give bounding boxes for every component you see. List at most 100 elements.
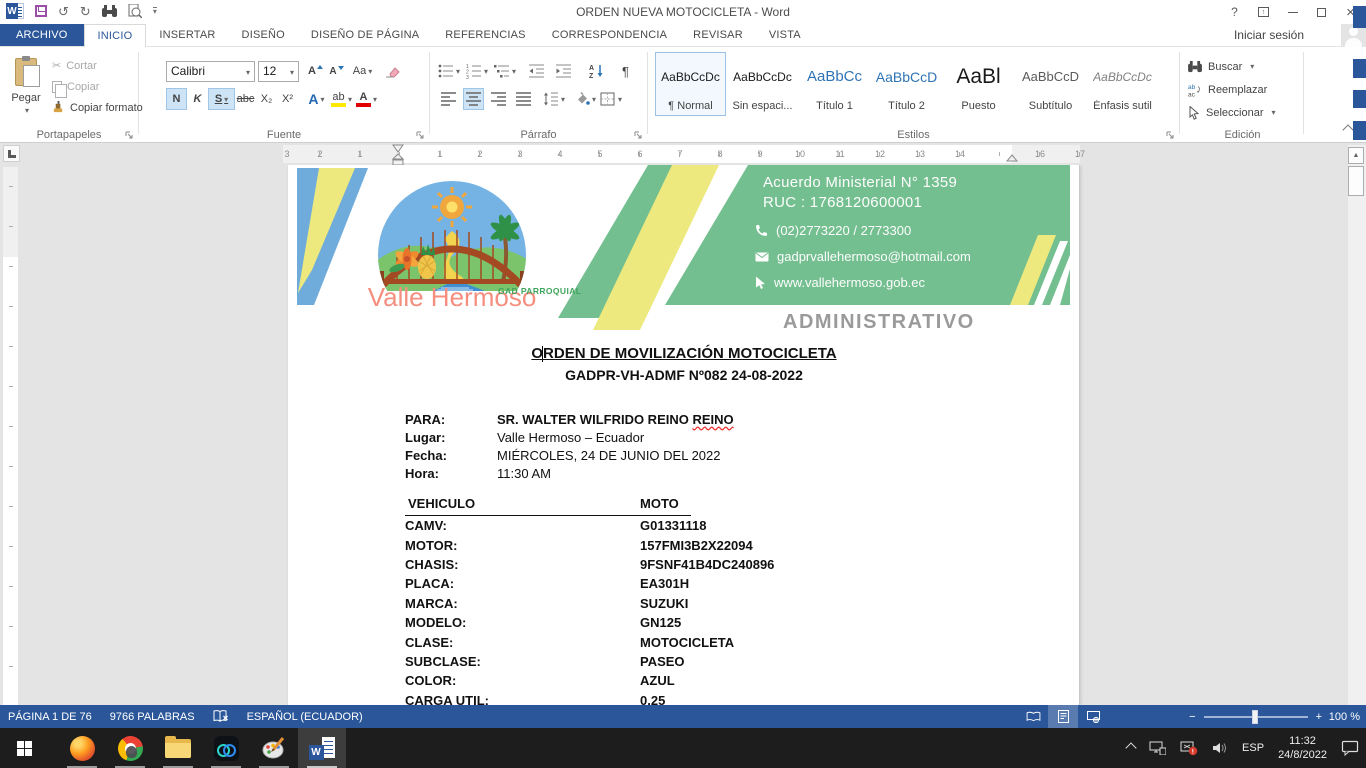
increase-indent-button[interactable] bbox=[553, 60, 574, 82]
shrink-font-button[interactable]: A bbox=[326, 60, 347, 82]
select-button[interactable]: Seleccionar bbox=[1188, 102, 1276, 123]
show-hidden-icons-button[interactable] bbox=[1120, 728, 1142, 768]
style-heading-2[interactable]: AaBbCcDTítulo 2 bbox=[871, 52, 942, 116]
tray-clock[interactable]: 11:32 24/8/2022 bbox=[1271, 728, 1334, 768]
word-count[interactable]: 9766 PALABRAS bbox=[110, 711, 195, 723]
tab-correspondencia[interactable]: CORRESPONDENCIA bbox=[539, 24, 680, 46]
taskbar-file-explorer[interactable] bbox=[154, 728, 202, 768]
zoom-out-button[interactable]: − bbox=[1189, 711, 1195, 723]
collapse-ribbon-icon[interactable] bbox=[1342, 124, 1353, 135]
highlight-color-button[interactable]: ab bbox=[331, 88, 352, 110]
line-spacing-button[interactable] bbox=[543, 88, 565, 110]
bullets-button[interactable] bbox=[438, 60, 460, 82]
restore-button[interactable] bbox=[1307, 0, 1336, 24]
cut-button[interactable]: ✂Cortar bbox=[52, 55, 143, 76]
indent-markers[interactable] bbox=[392, 144, 404, 166]
font-size-select[interactable]: 12 bbox=[258, 61, 299, 82]
style-subtitle[interactable]: AaBbCcDSubtítulo bbox=[1015, 52, 1086, 116]
scroll-up-button[interactable]: ▲ bbox=[1348, 147, 1364, 164]
save-icon[interactable] bbox=[35, 5, 47, 17]
replace-button[interactable]: abacReemplazar bbox=[1188, 79, 1276, 100]
clipboard-dialog-launcher[interactable] bbox=[125, 131, 133, 139]
input-language[interactable]: ESP bbox=[1235, 728, 1271, 768]
paste-button[interactable]: Pegar bbox=[5, 52, 47, 138]
sign-in-link[interactable]: Iniciar sesión bbox=[1234, 28, 1304, 42]
italic-button[interactable]: K bbox=[187, 88, 208, 110]
v-scrollbar[interactable] bbox=[1347, 145, 1366, 705]
minimize-button[interactable] bbox=[1278, 0, 1307, 24]
zoom-slider[interactable] bbox=[1204, 716, 1308, 718]
tab-vista[interactable]: VISTA bbox=[756, 24, 814, 46]
paste-dropdown-icon[interactable] bbox=[23, 104, 29, 116]
word-app-icon[interactable]: W bbox=[6, 3, 24, 19]
style-subtle-emphasis[interactable]: AaBbCcDcÉnfasis sutil bbox=[1087, 52, 1158, 116]
right-indent-marker[interactable] bbox=[1006, 154, 1018, 163]
taskbar-chrome[interactable] bbox=[106, 728, 154, 768]
styles-dialog-launcher[interactable] bbox=[1166, 131, 1174, 139]
style-no-spacing[interactable]: AaBbCcDcSin espaci... bbox=[727, 52, 798, 116]
taskbar-webex[interactable] bbox=[202, 728, 250, 768]
help-button[interactable]: ? bbox=[1220, 0, 1249, 24]
justify-button[interactable] bbox=[513, 88, 534, 110]
find-button[interactable]: Buscar bbox=[1188, 56, 1276, 77]
numbering-button[interactable]: 123 bbox=[466, 60, 488, 82]
superscript-button[interactable]: X² bbox=[277, 88, 298, 110]
undo-icon[interactable]: ↺ bbox=[58, 5, 69, 18]
align-right-button[interactable] bbox=[488, 88, 509, 110]
decrease-indent-button[interactable] bbox=[526, 60, 547, 82]
find-icon[interactable] bbox=[102, 5, 117, 18]
v-ruler[interactable] bbox=[3, 167, 18, 705]
web-layout-button[interactable] bbox=[1078, 705, 1108, 728]
customize-qat-icon[interactable]: ▾ bbox=[153, 7, 157, 15]
print-preview-icon[interactable] bbox=[128, 4, 142, 18]
grow-font-button[interactable]: A bbox=[305, 60, 326, 82]
change-case-button[interactable]: Aa bbox=[352, 60, 373, 82]
taskbar-firefox[interactable] bbox=[58, 728, 106, 768]
shading-button[interactable] bbox=[574, 88, 596, 110]
alert-tray-icon[interactable]: ! bbox=[1173, 728, 1205, 768]
scrollbar-thumb[interactable] bbox=[1348, 166, 1364, 196]
underline-button[interactable]: S bbox=[208, 88, 235, 110]
zoom-level[interactable]: 100 % bbox=[1329, 705, 1360, 728]
taskbar-paint[interactable] bbox=[250, 728, 298, 768]
font-family-select[interactable]: Calibri bbox=[166, 61, 255, 82]
copy-button[interactable]: Copiar bbox=[52, 76, 143, 97]
tab-selector[interactable] bbox=[3, 145, 20, 162]
proofing-icon[interactable] bbox=[213, 710, 229, 723]
tab-insertar[interactable]: INSERTAR bbox=[146, 24, 228, 46]
tab-archivo[interactable]: ARCHIVO bbox=[0, 24, 84, 46]
align-center-button[interactable] bbox=[463, 88, 484, 110]
start-button[interactable] bbox=[0, 728, 48, 768]
bold-button[interactable]: N bbox=[166, 88, 187, 110]
read-mode-button[interactable] bbox=[1018, 705, 1048, 728]
document-page[interactable]: Valle Hermoso GAD PARROQUIAL Acuerdo Min… bbox=[288, 165, 1080, 705]
h-ruler[interactable]: 32112345678910111213141617 bbox=[283, 145, 1080, 163]
subscript-button[interactable]: X₂ bbox=[256, 88, 277, 110]
page-indicator[interactable]: PÁGINA 1 DE 76 bbox=[8, 711, 92, 723]
multilevel-list-button[interactable] bbox=[494, 60, 516, 82]
zoom-in-button[interactable]: + bbox=[1316, 711, 1322, 723]
text-effects-button[interactable]: A bbox=[306, 88, 327, 110]
language-indicator[interactable]: ESPAÑOL (ECUADOR) bbox=[247, 711, 363, 723]
taskbar-word[interactable]: W bbox=[298, 728, 346, 768]
show-paragraph-marks-button[interactable]: ¶ bbox=[615, 60, 636, 82]
tab-referencias[interactable]: REFERENCIAS bbox=[432, 24, 538, 46]
format-painter-button[interactable]: Copiar formato bbox=[52, 97, 143, 118]
tab-diseno-de-pagina[interactable]: DISEÑO DE PÁGINA bbox=[298, 24, 432, 46]
tab-diseno[interactable]: DISEÑO bbox=[229, 24, 298, 46]
print-layout-button[interactable] bbox=[1048, 705, 1078, 728]
redo-icon[interactable]: ↻ bbox=[80, 5, 91, 18]
volume-tray-icon[interactable] bbox=[1205, 728, 1235, 768]
borders-button[interactable] bbox=[600, 88, 622, 110]
sort-button[interactable]: AZ bbox=[586, 60, 607, 82]
tab-inicio[interactable]: INICIO bbox=[84, 24, 147, 47]
style-heading-1[interactable]: AaBbCcTítulo 1 bbox=[799, 52, 870, 116]
network-tray-icon[interactable] bbox=[1142, 728, 1173, 768]
strikethrough-button[interactable]: abc bbox=[235, 88, 256, 110]
ribbon-display-options-button[interactable]: ↑ bbox=[1249, 0, 1278, 24]
paragraph-dialog-launcher[interactable] bbox=[634, 131, 642, 139]
font-dialog-launcher[interactable] bbox=[416, 131, 424, 139]
tab-revisar[interactable]: REVISAR bbox=[680, 24, 756, 46]
style-title[interactable]: AaBlPuesto bbox=[943, 52, 1014, 116]
style-normal[interactable]: AaBbCcDc¶ Normal bbox=[655, 52, 726, 116]
